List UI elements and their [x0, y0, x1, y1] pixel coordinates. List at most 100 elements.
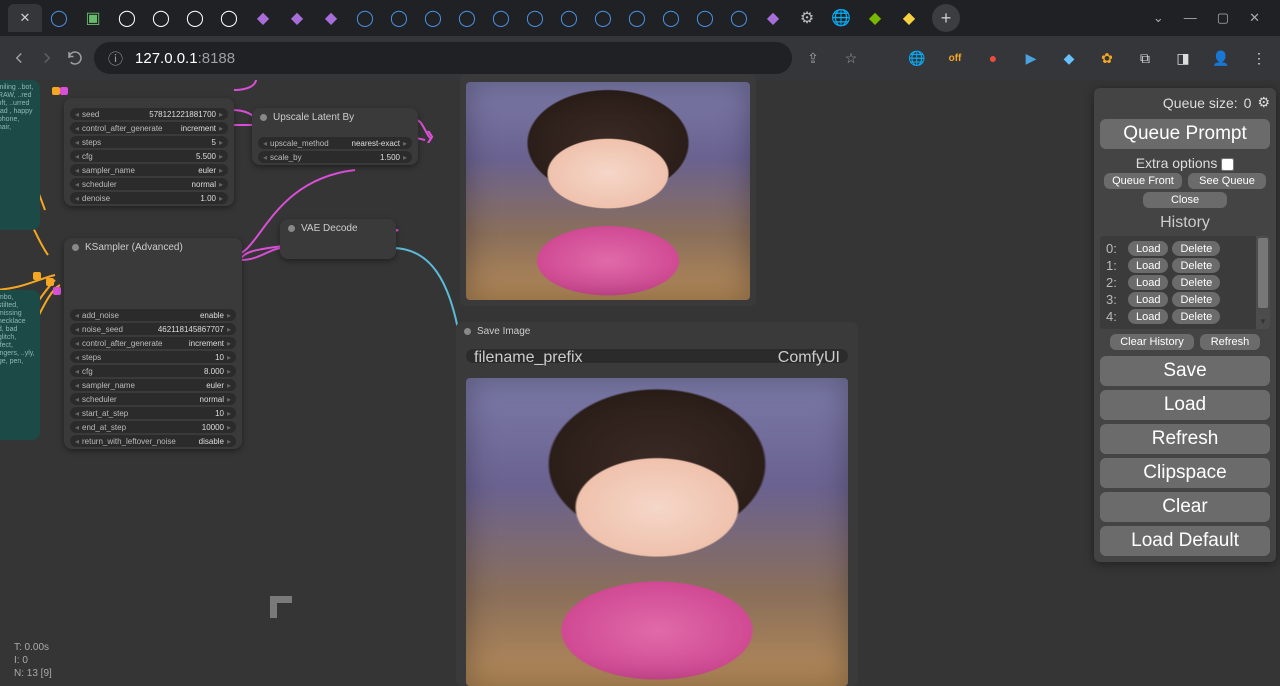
star-icon[interactable]: ☆: [840, 47, 862, 69]
url-bar[interactable]: ⓘ 127.0.0.1:8188: [94, 42, 792, 74]
tab[interactable]: ◯: [110, 4, 144, 32]
history-load-button[interactable]: Load: [1128, 275, 1168, 290]
node-ksampler-advanced[interactable]: KSampler (Advanced) ◂add_noiseenable▸◂no…: [64, 238, 242, 449]
node-widget[interactable]: ◂return_with_leftover_noisedisable▸: [70, 435, 236, 447]
node-widget[interactable]: ◂control_after_generateincrement▸: [70, 122, 228, 134]
port[interactable]: [53, 287, 61, 295]
tab[interactable]: ◯: [42, 4, 76, 32]
chevron-right-icon[interactable]: ▸: [226, 367, 232, 376]
tab[interactable]: ◯: [348, 4, 382, 32]
close-button[interactable]: Close: [1143, 192, 1227, 208]
chevron-right-icon[interactable]: ▸: [218, 124, 224, 133]
widget-value[interactable]: 8.000: [204, 367, 226, 376]
history-delete-button[interactable]: Delete: [1172, 275, 1220, 290]
scroll-down-icon[interactable]: ▼: [1256, 317, 1270, 329]
prompt-node[interactable]: ..mbo, ..stilted, ..missing ..necklace .…: [0, 290, 40, 440]
new-tab-button[interactable]: +: [932, 4, 960, 32]
chevron-right-icon[interactable]: ▸: [218, 166, 224, 175]
node-widget[interactable]: ◂noise_seed462118145867707▸: [70, 323, 236, 335]
tab[interactable]: ◯: [382, 4, 416, 32]
chevron-right-icon[interactable]: ▸: [218, 180, 224, 189]
forward-icon[interactable]: [38, 49, 56, 67]
node-ksampler[interactable]: ◂seed578121221881700▸ ◂control_after_gene…: [64, 98, 234, 206]
widget-value[interactable]: 578121221881700: [149, 110, 218, 119]
node-widget[interactable]: ◂cfg8.000▸: [70, 365, 236, 377]
queue-prompt-button[interactable]: Queue Prompt: [1100, 119, 1270, 149]
chevron-right-icon[interactable]: ▸: [218, 152, 224, 161]
widget-value[interactable]: normal: [200, 395, 226, 404]
chevron-right-icon[interactable]: ▸: [226, 325, 232, 334]
tab[interactable]: ◯: [518, 4, 552, 32]
side-panel-icon[interactable]: ◨: [1172, 47, 1194, 69]
off-icon[interactable]: off: [944, 47, 966, 69]
node-widget[interactable]: ◂end_at_step10000▸: [70, 421, 236, 433]
collapse-icon[interactable]: [260, 114, 267, 121]
node-preview-image[interactable]: [460, 74, 756, 306]
node-widget[interactable]: ◂sampler_nameeuler▸: [70, 164, 228, 176]
tab-active[interactable]: ✕: [8, 4, 42, 32]
history-delete-button[interactable]: Delete: [1172, 309, 1220, 324]
tab[interactable]: ◯: [722, 4, 756, 32]
chevron-down-icon[interactable]: ⌄: [1153, 10, 1164, 26]
flower-icon[interactable]: ✿: [1096, 47, 1118, 69]
tab[interactable]: ◯: [450, 4, 484, 32]
node-canvas[interactable]: smiling ..bot, ..RAW, ..red soft, ..urre…: [0, 80, 1280, 686]
widget-value[interactable]: increment: [189, 339, 226, 348]
history-delete-button[interactable]: Delete: [1172, 241, 1220, 256]
menu-icon[interactable]: ⋮: [1248, 47, 1270, 69]
node-widget[interactable]: ◂control_after_generateincrement▸: [70, 337, 236, 349]
tab[interactable]: ◯: [688, 4, 722, 32]
rec-icon[interactable]: ●: [982, 47, 1004, 69]
minimize-icon[interactable]: —: [1184, 10, 1197, 26]
widget-value[interactable]: nearest-exact: [352, 139, 402, 148]
tab[interactable]: ◯: [212, 4, 246, 32]
history-load-button[interactable]: Load: [1128, 309, 1168, 324]
gear-icon[interactable]: ⚙: [1257, 94, 1270, 111]
share-icon[interactable]: ⇪: [802, 47, 824, 69]
tab[interactable]: ◯: [178, 4, 212, 32]
extensions-icon[interactable]: ⧉: [1134, 47, 1156, 69]
node-vae-decode[interactable]: VAE Decode: [280, 219, 396, 259]
node-widget[interactable]: ◂steps5▸: [70, 136, 228, 148]
node-save-image[interactable]: Save Image filename_prefix ComfyUI: [456, 322, 858, 686]
prompt-node[interactable]: smiling ..bot, ..RAW, ..red soft, ..urre…: [0, 80, 40, 230]
node-widget[interactable]: ◂denoise1.00▸: [70, 192, 228, 204]
collapse-icon[interactable]: [288, 225, 295, 232]
extra-options-checkbox[interactable]: [1221, 158, 1234, 171]
chevron-right-icon[interactable]: ▸: [218, 194, 224, 203]
history-load-button[interactable]: Load: [1128, 241, 1168, 256]
tab[interactable]: 🌐: [824, 4, 858, 32]
tab[interactable]: ◆: [246, 4, 280, 32]
node-widget[interactable]: ◂start_at_step10▸: [70, 407, 236, 419]
maximize-icon[interactable]: ▢: [1217, 10, 1229, 26]
node-widget[interactable]: ◂schedulernormal▸: [70, 393, 236, 405]
tab[interactable]: ◯: [144, 4, 178, 32]
chevron-right-icon[interactable]: ▸: [226, 409, 232, 418]
diamond-icon[interactable]: ◆: [1058, 47, 1080, 69]
port[interactable]: [52, 87, 60, 95]
tab[interactable]: ▣: [76, 4, 110, 32]
profile-icon[interactable]: 👤: [1210, 47, 1232, 69]
widget-value[interactable]: normal: [192, 180, 218, 189]
clear-history-button[interactable]: Clear History: [1110, 334, 1194, 350]
info-icon[interactable]: ⓘ: [108, 48, 123, 69]
save-button[interactable]: Save: [1100, 356, 1270, 386]
chevron-right-icon[interactable]: ▸: [226, 423, 232, 432]
history-load-button[interactable]: Load: [1128, 292, 1168, 307]
widget-value[interactable]: disable: [199, 437, 226, 446]
filename-prefix-value[interactable]: ComfyUI: [778, 349, 840, 363]
widget-value[interactable]: 1.00: [200, 194, 218, 203]
chevron-right-icon[interactable]: ▸: [218, 110, 224, 119]
clipspace-button[interactable]: Clipspace: [1100, 458, 1270, 488]
see-queue-button[interactable]: See Queue: [1188, 173, 1266, 189]
refresh-history-button[interactable]: Refresh: [1200, 334, 1260, 350]
tab[interactable]: ◯: [620, 4, 654, 32]
close-icon[interactable]: ✕: [1249, 10, 1260, 26]
chevron-right-icon[interactable]: ▸: [402, 139, 408, 148]
port[interactable]: [33, 272, 41, 280]
tab[interactable]: ◯: [552, 4, 586, 32]
chevron-right-icon[interactable]: ▸: [226, 395, 232, 404]
tab[interactable]: ◆: [314, 4, 348, 32]
tab[interactable]: ⚙: [790, 4, 824, 32]
node-widget[interactable]: ◂seed578121221881700▸: [70, 108, 228, 120]
